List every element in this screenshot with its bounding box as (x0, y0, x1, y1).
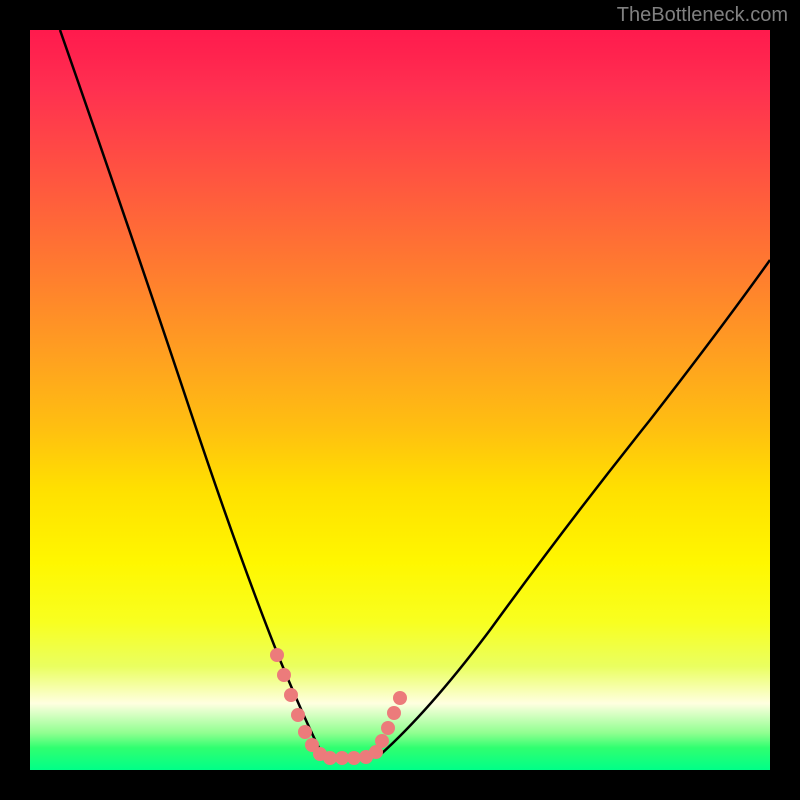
left-curve (60, 30, 320, 750)
chart-plot-area (30, 30, 770, 770)
chart-curves-svg (30, 30, 770, 770)
watermark-text: TheBottleneck.com (617, 4, 788, 27)
right-curve (380, 260, 770, 755)
